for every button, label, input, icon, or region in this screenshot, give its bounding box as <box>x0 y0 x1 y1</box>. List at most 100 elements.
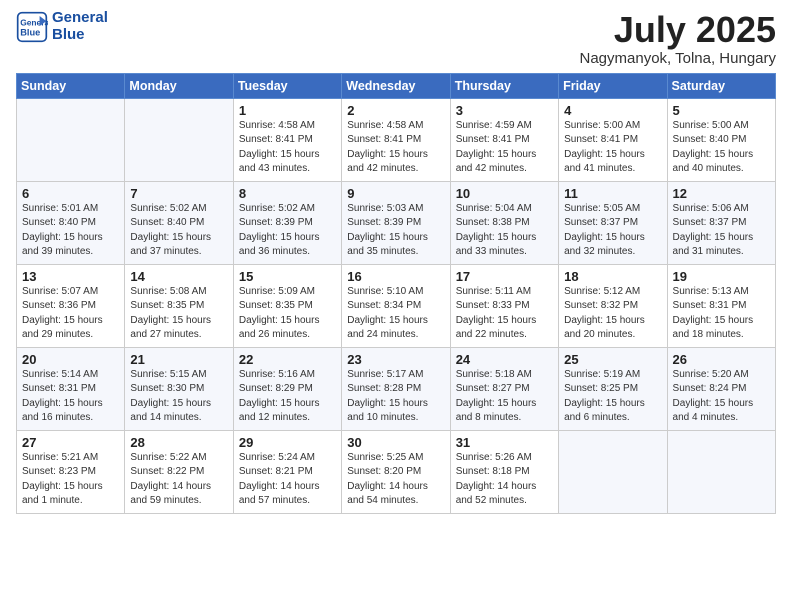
calendar-cell: 14Sunrise: 5:08 AM Sunset: 8:35 PM Dayli… <box>125 264 233 347</box>
calendar-cell: 17 Sunrise: 5:11 AM Sunset: 8:33 PM Dayli… <box>450 264 558 347</box>
calendar-cell: 29Sunrise: 5:24 AM Sunset: 8:21 PM Dayli… <box>233 430 341 513</box>
day-info: Sunrise: 5:11 AM Sunset: 8:33 PM Dayligh… <box>456 286 537 341</box>
weekday-header: Thursday <box>450 73 558 98</box>
calendar-cell: 1 Sunrise: 4:58 AM Sunset: 8:41 PM Daylig… <box>233 98 341 181</box>
day-info: Sunrise: 5:09 AM Sunset: 8:35 PM Dayligh… <box>239 286 320 341</box>
calendar-cell: 7 Sunrise: 5:02 AM Sunset: 8:40 PM Daylig… <box>125 181 233 264</box>
day-info: Sunrise: 5:10 AM Sunset: 8:34 PM Dayligh… <box>347 286 428 341</box>
day-number: 28 <box>130 435 227 450</box>
calendar-cell: 28 Sunrise: 5:22 AM Sunset: 8:22 PM Dayli… <box>125 430 233 513</box>
day-number: 31 <box>456 435 553 450</box>
day-number: 11 <box>564 186 661 201</box>
day-info: Sunrise: 5:02 AM Sunset: 8:39 PM Dayligh… <box>239 203 320 258</box>
calendar-cell: 25Sunrise: 5:19 AM Sunset: 8:25 PM Dayli… <box>559 347 667 430</box>
day-number: 20 <box>22 352 119 367</box>
day-info: Sunrise: 5:04 AM Sunset: 8:38 PM Dayligh… <box>456 203 537 258</box>
calendar-cell: 21Sunrise: 5:15 AM Sunset: 8:30 PM Dayli… <box>125 347 233 430</box>
day-number: 22 <box>239 352 336 367</box>
month-title: July 2025 <box>580 10 777 50</box>
day-number: 27 <box>22 435 119 450</box>
calendar-week-row: 27 Sunrise: 5:21 AM Sunset: 8:23 PM Dayli… <box>17 430 776 513</box>
calendar-cell: 12 Sunrise: 5:06 AM Sunset: 8:37 PM Dayli… <box>667 181 775 264</box>
logo: General Blue General Blue <box>16 10 108 43</box>
day-info: Sunrise: 5:13 AM Sunset: 8:31 PM Dayligh… <box>673 286 754 341</box>
calendar-cell <box>667 430 775 513</box>
calendar-cell: 6Sunrise: 5:01 AM Sunset: 8:40 PM Daylig… <box>17 181 125 264</box>
day-number: 9 <box>347 186 444 201</box>
logo-line2: Blue <box>52 27 108 44</box>
day-number: 4 <box>564 103 661 118</box>
svg-text:Blue: Blue <box>20 27 40 37</box>
day-number: 30 <box>347 435 444 450</box>
title-block: July 2025 Nagymanyok, Tolna, Hungary <box>580 10 777 67</box>
day-number: 2 <box>347 103 444 118</box>
day-info: Sunrise: 5:20 AM Sunset: 8:24 PM Dayligh… <box>673 369 754 424</box>
calendar-cell: 13Sunrise: 5:07 AM Sunset: 8:36 PM Dayli… <box>17 264 125 347</box>
day-number: 12 <box>673 186 770 201</box>
day-number: 1 <box>239 103 336 118</box>
calendar-cell: 27 Sunrise: 5:21 AM Sunset: 8:23 PM Dayli… <box>17 430 125 513</box>
calendar-week-row: 6Sunrise: 5:01 AM Sunset: 8:40 PM Daylig… <box>17 181 776 264</box>
day-info: Sunrise: 4:58 AM Sunset: 8:41 PM Dayligh… <box>239 120 320 175</box>
calendar-cell: 11 Sunrise: 5:05 AM Sunset: 8:37 PM Dayli… <box>559 181 667 264</box>
day-info: Sunrise: 5:17 AM Sunset: 8:28 PM Dayligh… <box>347 369 428 424</box>
day-info: Sunrise: 5:06 AM Sunset: 8:37 PM Dayligh… <box>673 203 754 258</box>
day-info: Sunrise: 5:02 AM Sunset: 8:40 PM Dayligh… <box>130 203 211 258</box>
day-number: 8 <box>239 186 336 201</box>
calendar-cell <box>559 430 667 513</box>
calendar-cell: 19Sunrise: 5:13 AM Sunset: 8:31 PM Dayli… <box>667 264 775 347</box>
calendar-cell: 9 Sunrise: 5:03 AM Sunset: 8:39 PM Daylig… <box>342 181 450 264</box>
day-number: 17 <box>456 269 553 284</box>
calendar-week-row: 1 Sunrise: 4:58 AM Sunset: 8:41 PM Daylig… <box>17 98 776 181</box>
calendar-cell: 26Sunrise: 5:20 AM Sunset: 8:24 PM Dayli… <box>667 347 775 430</box>
day-info: Sunrise: 5:00 AM Sunset: 8:41 PM Dayligh… <box>564 120 645 175</box>
calendar-table: SundayMondayTuesdayWednesdayThursdayFrid… <box>16 73 776 514</box>
weekday-header: Sunday <box>17 73 125 98</box>
calendar-cell: 8 Sunrise: 5:02 AM Sunset: 8:39 PM Daylig… <box>233 181 341 264</box>
day-number: 21 <box>130 352 227 367</box>
logo-icon: General Blue <box>16 11 48 43</box>
calendar-cell: 31Sunrise: 5:26 AM Sunset: 8:18 PM Dayli… <box>450 430 558 513</box>
day-info: Sunrise: 5:01 AM Sunset: 8:40 PM Dayligh… <box>22 203 103 258</box>
calendar-cell: 4 Sunrise: 5:00 AM Sunset: 8:41 PM Daylig… <box>559 98 667 181</box>
day-number: 15 <box>239 269 336 284</box>
day-info: Sunrise: 5:08 AM Sunset: 8:35 PM Dayligh… <box>130 286 211 341</box>
location-title: Nagymanyok, Tolna, Hungary <box>580 50 777 67</box>
day-info: Sunrise: 5:21 AM Sunset: 8:23 PM Dayligh… <box>22 452 103 507</box>
day-number: 24 <box>456 352 553 367</box>
calendar-cell: 22 Sunrise: 5:16 AM Sunset: 8:29 PM Dayli… <box>233 347 341 430</box>
day-info: Sunrise: 5:12 AM Sunset: 8:32 PM Dayligh… <box>564 286 645 341</box>
page: General Blue General Blue July 2025 Nagy… <box>0 0 792 612</box>
calendar-cell: 30 Sunrise: 5:25 AM Sunset: 8:20 PM Dayli… <box>342 430 450 513</box>
day-info: Sunrise: 5:22 AM Sunset: 8:22 PM Dayligh… <box>130 452 211 507</box>
calendar-body: 1 Sunrise: 4:58 AM Sunset: 8:41 PM Daylig… <box>17 98 776 513</box>
day-number: 23 <box>347 352 444 367</box>
weekday-header: Friday <box>559 73 667 98</box>
day-number: 18 <box>564 269 661 284</box>
day-number: 3 <box>456 103 553 118</box>
day-info: Sunrise: 4:58 AM Sunset: 8:41 PM Dayligh… <box>347 120 428 175</box>
calendar-cell: 15 Sunrise: 5:09 AM Sunset: 8:35 PM Dayli… <box>233 264 341 347</box>
calendar-cell: 3 Sunrise: 4:59 AM Sunset: 8:41 PM Daylig… <box>450 98 558 181</box>
day-info: Sunrise: 5:14 AM Sunset: 8:31 PM Dayligh… <box>22 369 103 424</box>
day-info: Sunrise: 5:24 AM Sunset: 8:21 PM Dayligh… <box>239 452 320 507</box>
day-info: Sunrise: 5:25 AM Sunset: 8:20 PM Dayligh… <box>347 452 428 507</box>
day-info: Sunrise: 5:05 AM Sunset: 8:37 PM Dayligh… <box>564 203 645 258</box>
weekday-header: Tuesday <box>233 73 341 98</box>
calendar-week-row: 20 Sunrise: 5:14 AM Sunset: 8:31 PM Dayli… <box>17 347 776 430</box>
calendar-cell: 10Sunrise: 5:04 AM Sunset: 8:38 PM Dayli… <box>450 181 558 264</box>
calendar-cell <box>17 98 125 181</box>
day-info: Sunrise: 4:59 AM Sunset: 8:41 PM Dayligh… <box>456 120 537 175</box>
weekday-header: Saturday <box>667 73 775 98</box>
day-info: Sunrise: 5:16 AM Sunset: 8:29 PM Dayligh… <box>239 369 320 424</box>
day-number: 25 <box>564 352 661 367</box>
day-number: 5 <box>673 103 770 118</box>
calendar-header: SundayMondayTuesdayWednesdayThursdayFrid… <box>17 73 776 98</box>
header: General Blue General Blue July 2025 Nagy… <box>16 10 776 67</box>
day-info: Sunrise: 5:03 AM Sunset: 8:39 PM Dayligh… <box>347 203 428 258</box>
day-info: Sunrise: 5:07 AM Sunset: 8:36 PM Dayligh… <box>22 286 103 341</box>
calendar-cell: 23 Sunrise: 5:17 AM Sunset: 8:28 PM Dayli… <box>342 347 450 430</box>
calendar-cell <box>125 98 233 181</box>
day-number: 7 <box>130 186 227 201</box>
calendar-cell: 24Sunrise: 5:18 AM Sunset: 8:27 PM Dayli… <box>450 347 558 430</box>
